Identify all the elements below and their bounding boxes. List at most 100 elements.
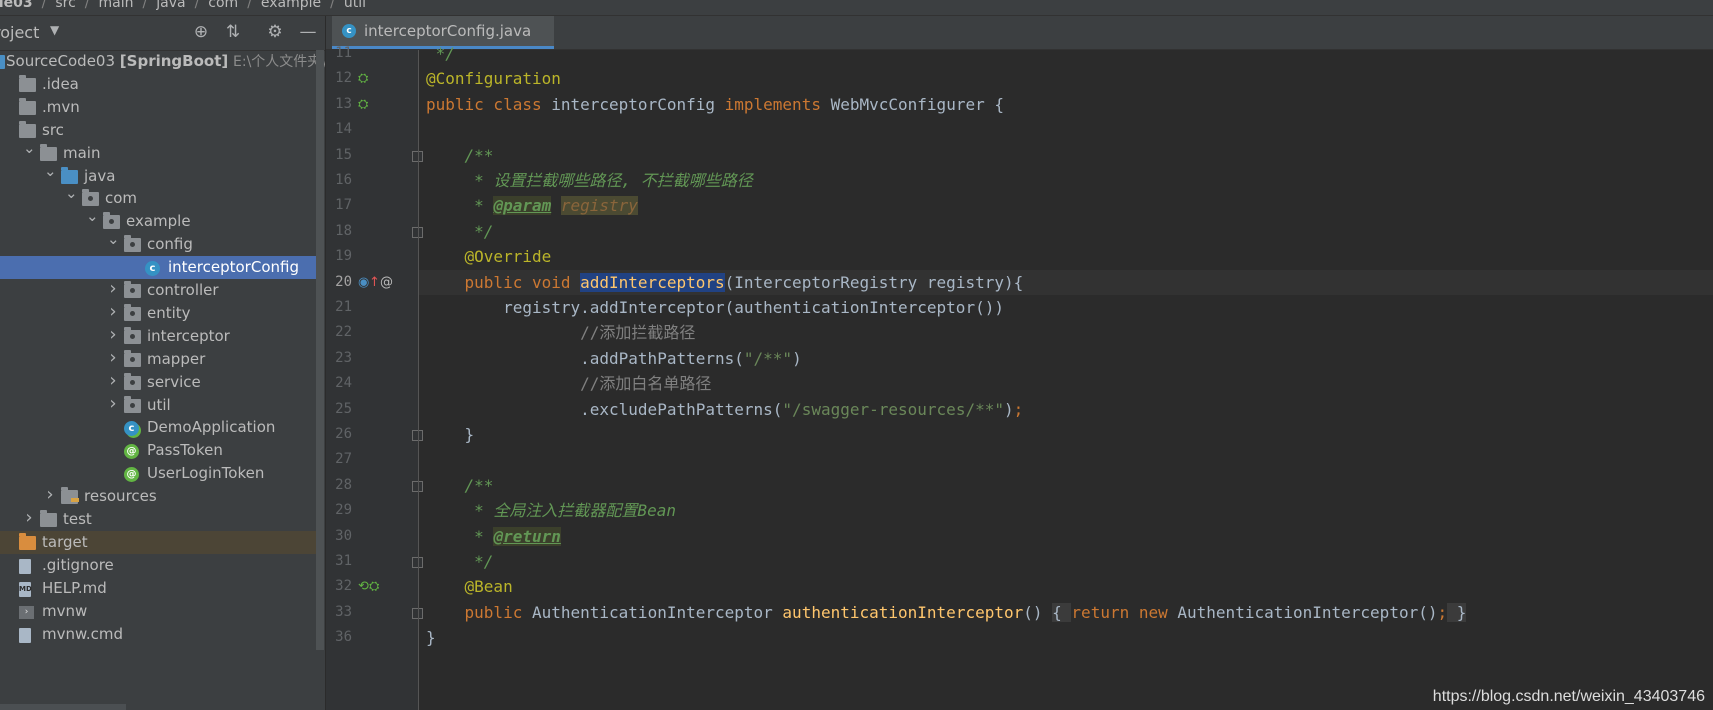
code-token: } — [426, 628, 436, 648]
gutter-marker-icon[interactable]: ⛭ — [358, 66, 368, 91]
tree-item[interactable]: MD HELP.md — [0, 577, 316, 600]
tree-item-name: src — [42, 120, 64, 139]
code-token: () — [1023, 602, 1053, 622]
code-line: public void addInterceptors(InterceptorR… — [426, 270, 1023, 295]
chevron-down-icon[interactable]: ⌄ — [44, 160, 57, 183]
code-token: * 全局注入拦截器配置Bean — [426, 501, 676, 521]
tree-item-name: UserLoginToken — [147, 464, 265, 483]
tree-item[interactable]: › resources — [0, 484, 316, 508]
tree-item-name: mvnw.cmd — [42, 624, 124, 643]
gutter-marker-icon[interactable]: ⛭ — [358, 92, 368, 117]
chevron-right-icon[interactable]: › — [107, 370, 119, 393]
resources-folder-icon — [61, 487, 79, 505]
tree-item[interactable]: ⌄ example — [0, 207, 316, 233]
package-icon — [124, 281, 141, 298]
code-token: WebMvcConfigurer { — [830, 94, 1004, 114]
chevron-right-icon[interactable]: › — [107, 393, 119, 416]
panel-scrollbar[interactable] — [316, 50, 324, 650]
tree-item[interactable]: › service — [0, 370, 316, 394]
chevron-right-icon[interactable]: › — [107, 347, 119, 370]
line-number: 31 — [335, 553, 352, 569]
tree-item-name: .idea — [42, 74, 79, 93]
tree-item[interactable]: @ UserLoginToken — [0, 462, 316, 485]
minimize-icon[interactable]: — — [297, 21, 319, 43]
gear-icon[interactable]: ⚙ — [264, 21, 286, 43]
tree-item[interactable]: › mapper — [0, 347, 316, 371]
code-line: .excludePathPatterns("/swagger-resources… — [426, 397, 1023, 422]
tree-item-name: config — [147, 235, 193, 254]
line-number: 20 — [335, 273, 352, 290]
tree-item[interactable]: ⌄ java — [0, 162, 316, 188]
code-line: */ — [426, 219, 493, 244]
gutter-marker-icon[interactable]: ◉ — [358, 270, 369, 295]
tree-item[interactable]: c interceptorConfig — [0, 256, 316, 279]
tree-item[interactable]: › test — [0, 507, 316, 531]
tree-item[interactable]: ⌄ com — [0, 184, 316, 210]
chevron-down-icon[interactable]: ▼ — [50, 23, 59, 37]
tree-item[interactable]: mvnw.cmd — [0, 623, 316, 646]
locate-icon[interactable]: ⊕ — [190, 21, 212, 43]
tree-item[interactable]: .idea — [0, 73, 316, 96]
code-line: @Override — [426, 244, 552, 269]
project-panel-title[interactable]: roject — [0, 23, 39, 42]
code-token: .addPathPatterns( — [426, 348, 744, 368]
line-number: 24 — [335, 375, 352, 392]
chevron-right-icon[interactable]: › — [107, 278, 119, 301]
chevron-down-icon[interactable]: ⌄ — [107, 228, 120, 251]
tree-item[interactable]: c DemoApplication — [0, 416, 316, 439]
tree-item[interactable]: src — [0, 119, 316, 142]
editor-gutter: 11 12 ⛭ 13 ⛭ 14 15 16 17 18 19 20 ◉ ↑ @21 22 23 24 25 26 27 2… — [326, 45, 423, 710]
collapse-all-icon[interactable]: ⇅ — [222, 21, 244, 43]
chevron-right-icon[interactable]: › — [107, 324, 119, 347]
tree-item[interactable]: .mvn — [0, 96, 316, 119]
gutter-marker-icon[interactable]: ⟲ — [358, 574, 369, 599]
breadcrumb-item[interactable]: src — [55, 0, 75, 11]
tree-item-label: service — [147, 371, 201, 394]
chevron-down-icon[interactable]: ⌄ — [65, 182, 78, 205]
tree-item[interactable]: @ PassToken — [0, 439, 316, 462]
package-icon — [124, 349, 141, 367]
breadcrumb-item[interactable]: main — [99, 0, 134, 11]
breadcrumb-item[interactable]: java — [156, 0, 185, 11]
tree-item[interactable]: › controller — [0, 278, 316, 302]
tree-item[interactable]: › util — [0, 393, 316, 417]
line-number: 27 — [335, 451, 352, 468]
tree-item[interactable]: ⌄ config — [0, 230, 316, 256]
line-number: 23 — [335, 349, 352, 366]
breadcrumb-separator: / — [142, 0, 148, 11]
tree-item[interactable]: .gitignore — [0, 554, 316, 577]
folder-icon — [40, 143, 57, 161]
breadcrumb-item[interactable]: util — [344, 0, 366, 11]
project-panel-header: roject ▼ ⊕ ⇅ ⚙ — — [0, 16, 325, 51]
chevron-down-icon[interactable]: ⌄ — [23, 137, 36, 160]
bottom-tool-tab[interactable] — [0, 704, 126, 710]
tree-item[interactable]: › mvnw — [0, 600, 316, 623]
tree-item-label: java — [84, 165, 115, 188]
line-number: 28 — [335, 476, 352, 493]
gutter-marker-icon[interactable]: @ — [380, 270, 393, 295]
tree-item[interactable]: › interceptor — [0, 324, 316, 348]
tree-item-name: mapper — [147, 349, 206, 368]
code-token: "/**" — [743, 348, 793, 368]
tree-item-label: src — [42, 119, 64, 142]
code-line: public AuthenticationInterceptor authent… — [426, 600, 1467, 625]
tree-item-name: DemoApplication — [147, 418, 276, 437]
terminal-file-icon: › — [19, 605, 34, 619]
breadcrumb-item[interactable]: com — [208, 0, 238, 11]
gutter-marker-icon[interactable]: ⛭ — [369, 574, 379, 599]
chevron-right-icon[interactable]: › — [107, 301, 119, 324]
chevron-down-icon[interactable]: ⌄ — [86, 205, 99, 228]
line-number: 17 — [335, 197, 352, 214]
tree-item-label: target — [42, 531, 88, 554]
breadcrumb-item[interactable]: example — [261, 0, 321, 11]
chevron-right-icon[interactable]: › — [23, 507, 35, 530]
chevron-right-icon[interactable]: › — [44, 484, 56, 507]
gutter-marker-icon[interactable]: ↑ — [369, 270, 380, 295]
excluded-folder-icon — [19, 532, 36, 550]
line-number: 32 — [335, 578, 352, 595]
tree-item[interactable]: target — [0, 530, 316, 554]
tree-item[interactable]: › entity — [0, 301, 316, 325]
code-token: authenticationInterceptor — [782, 602, 1024, 622]
tree-item[interactable]: SourceCode03 [SpringBoot] E:\个人文件夹\ — [0, 50, 325, 73]
breadcrumb-item[interactable]: ode03 — [0, 0, 33, 11]
